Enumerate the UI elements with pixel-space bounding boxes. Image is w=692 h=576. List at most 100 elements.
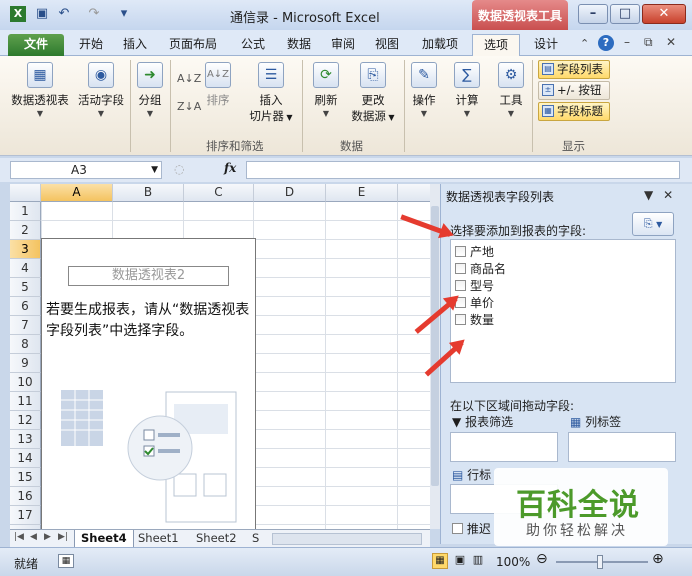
calculations-button[interactable]: ∑ 计算 ▼ [450,62,484,118]
sheet-tab-sheet2[interactable]: Sheet2 [190,530,243,548]
checkbox[interactable] [455,246,466,257]
tab-review[interactable]: 审阅 [322,34,364,56]
formula-input[interactable] [246,161,680,179]
horizontal-scrollbar[interactable] [272,533,422,545]
tab-view[interactable]: 视图 [366,34,408,56]
scrollbar-thumb[interactable] [431,206,439,486]
group-button[interactable]: ➜ 分组 ▼ [134,62,166,118]
defer-update-checkbox[interactable] [452,523,463,534]
field-item-quantity[interactable]: 数量 [455,311,494,328]
customize-qat-icon[interactable]: ▾ [116,6,132,22]
row-header[interactable]: 10 [10,373,41,392]
select-all-corner[interactable] [10,184,41,202]
tab-formulas[interactable]: 公式 [232,34,274,56]
illustration-table [61,390,103,446]
insert-slicer-button[interactable]: ☰ 插入 切片器 ▼ [248,62,294,124]
tools-button[interactable]: ⚙ 工具 ▼ [494,62,528,118]
pane-close-icon[interactable]: ✕ [663,188,673,202]
column-header-partial[interactable] [398,184,430,202]
row-header[interactable]: 17 [10,506,41,525]
next-sheet-icon[interactable]: ▶ [44,532,51,542]
active-field-button[interactable]: ◉ 活动字段 ▼ [76,62,126,118]
page-break-view-icon[interactable]: ▥ [470,553,486,569]
tab-page-layout[interactable]: 页面布局 [160,34,226,56]
tab-file[interactable]: 文件 [8,34,64,56]
sheet-tab-sheet1[interactable]: Sheet1 [132,530,185,548]
name-box[interactable]: A3 ▼ [10,161,162,179]
column-labels-dropzone[interactable] [568,432,676,462]
tab-data[interactable]: 数据 [278,34,320,56]
row-header[interactable]: 8 [10,335,41,354]
row-header[interactable]: 3 [10,240,41,259]
tab-addins[interactable]: 加载项 [412,34,468,56]
macro-record-icon[interactable]: ▦ [58,554,74,568]
minimize-button[interactable]: – [578,4,608,24]
refresh-button[interactable]: ⟳ 刷新 ▼ [308,62,344,118]
help-icon[interactable]: ? [598,35,614,51]
column-header[interactable]: A [41,184,113,202]
pivot-table-button[interactable]: ▦ 数据透视表 ▼ [8,62,72,118]
field-list-button[interactable]: ▤ 字段列表 [538,60,610,79]
page-layout-view-icon[interactable]: ▣ [452,553,468,569]
doc-minimize-icon[interactable]: – [624,35,630,49]
checkbox[interactable] [455,263,466,274]
checkbox[interactable] [455,280,466,291]
row-header[interactable]: 2 [10,221,41,240]
column-header[interactable]: E [326,184,398,202]
row-header[interactable]: 4 [10,259,41,278]
pane-layout-button[interactable]: ⎘ ▼ [632,212,674,236]
row-header[interactable]: 11 [10,392,41,411]
field-item-origin[interactable]: 产地 [455,243,494,260]
report-filter-dropzone[interactable] [450,432,558,462]
row-header[interactable]: 1 [10,202,41,221]
insert-function-icon[interactable]: fx [224,161,236,175]
ribbon-divider [532,60,533,152]
checkbox[interactable] [455,314,466,325]
row-header[interactable]: 7 [10,316,41,335]
save-icon[interactable]: ▣ [34,6,50,22]
pane-menu-icon[interactable]: ▼ [644,188,653,202]
change-source-button[interactable]: ⎘ 更改 数据源 ▼ [346,62,400,124]
tab-home[interactable]: 开始 [70,34,112,56]
zoom-in-icon[interactable]: ⊕ [652,551,664,567]
zoom-out-icon[interactable]: ⊖ [536,551,548,567]
row-header[interactable]: 9 [10,354,41,373]
plus-minus-buttons-button[interactable]: ± +/- 按钮 [538,81,610,100]
row-header[interactable]: 14 [10,449,41,468]
row-header[interactable]: 15 [10,468,41,487]
tab-options[interactable]: 选项 [472,34,520,56]
maximize-button[interactable]: □ [610,4,640,24]
column-header[interactable]: C [184,184,254,202]
sort-button[interactable]: A↓Z 排序 [202,62,234,108]
zoom-slider-thumb[interactable] [597,555,603,569]
sort-asc-icon[interactable]: A↓Z [177,72,201,85]
sheet-tab-sheet4[interactable]: Sheet4 [74,530,134,548]
row-header[interactable]: 12 [10,411,41,430]
prev-sheet-icon[interactable]: ◀ [30,532,37,542]
field-headers-button[interactable]: ▦ 字段标题 [538,102,610,121]
doc-restore-icon[interactable]: ⧉ [644,35,653,50]
row-header[interactable]: 16 [10,487,41,506]
sheet-tab-partial[interactable]: S [246,530,265,548]
row-header[interactable]: 13 [10,430,41,449]
close-button[interactable]: ✕ [642,4,686,24]
first-sheet-icon[interactable]: |◀ [14,532,24,542]
actions-button[interactable]: ✎ 操作 ▼ [408,62,440,118]
chevron-down-icon[interactable]: ▼ [151,162,158,178]
cancel-icon[interactable]: ◌ [174,162,184,176]
tab-insert[interactable]: 插入 [114,34,156,56]
row-header[interactable]: 6 [10,297,41,316]
doc-close-icon[interactable]: ✕ [666,35,676,49]
tab-design[interactable]: 设计 [524,34,568,56]
row-header[interactable]: 5 [10,278,41,297]
column-header[interactable]: B [113,184,184,202]
sort-desc-icon[interactable]: Z↓A [177,100,201,113]
last-sheet-icon[interactable]: ▶| [58,532,68,542]
redo-icon[interactable]: ↷ [86,6,102,22]
column-header[interactable]: D [254,184,326,202]
undo-icon[interactable]: ↶ [56,6,72,22]
normal-view-icon[interactable]: ▦ [432,553,448,569]
collapse-ribbon-icon[interactable]: ⌃ [580,37,589,50]
field-item-model[interactable]: 型号 [455,277,494,294]
field-item-product-name[interactable]: 商品名 [455,260,506,277]
